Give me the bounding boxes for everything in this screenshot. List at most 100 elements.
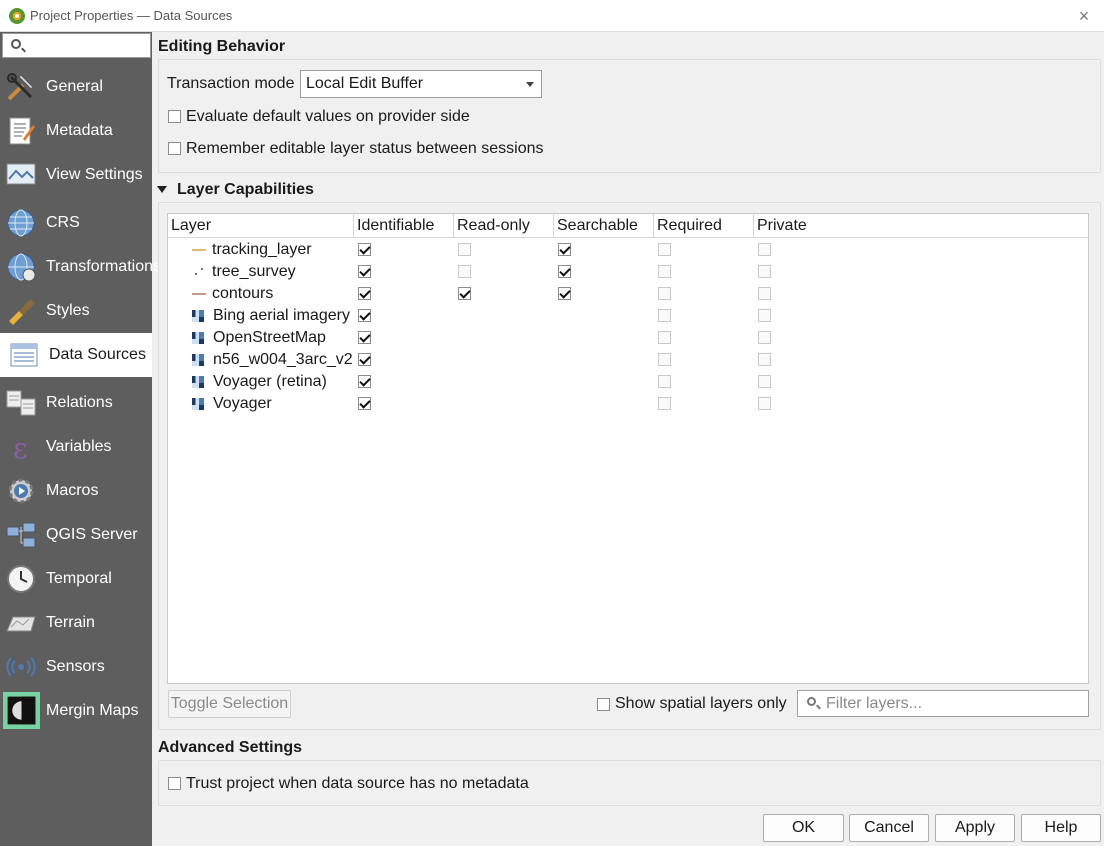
sidebar-item-data-sources[interactable]: Data Sources — [0, 333, 152, 377]
transformation-globe-icon — [7, 253, 36, 282]
private-checkbox[interactable] — [758, 287, 771, 300]
line-layer-icon — [192, 287, 206, 301]
eval-defaults-label: Evaluate default values on provider side — [186, 108, 470, 125]
sidebar-item-label: Macros — [46, 482, 99, 499]
help-button[interactable]: Help — [1021, 814, 1101, 842]
sidebar-item-crs[interactable]: CRS — [0, 201, 152, 245]
filter-layers-input[interactable] — [824, 693, 1082, 714]
sidebar-item-temporal[interactable]: Temporal — [0, 557, 152, 601]
private-checkbox[interactable] — [758, 265, 771, 278]
sidebar-item-transformations[interactable]: Transformations — [0, 245, 161, 289]
sidebar-item-relations[interactable]: Relations — [0, 381, 152, 425]
required-checkbox[interactable] — [658, 353, 671, 366]
layer-name: n56_w004_3arc_v2 — [213, 351, 353, 368]
sidebar-item-label: Terrain — [46, 614, 95, 631]
private-checkbox[interactable] — [758, 331, 771, 344]
sidebar-item-label: Variables — [46, 438, 112, 455]
identifiable-checkbox[interactable] — [358, 353, 371, 366]
identifiable-checkbox[interactable] — [358, 287, 371, 300]
searchable-checkbox[interactable] — [558, 243, 571, 256]
table-row[interactable]: n56_w004_3arc_v2 — [168, 349, 1088, 371]
identifiable-checkbox[interactable] — [358, 243, 371, 256]
sidebar-item-variables[interactable]: ε Variables — [0, 425, 152, 469]
raster-layer-icon — [192, 310, 204, 322]
searchable-checkbox[interactable] — [558, 287, 571, 300]
metadata-icon — [9, 117, 35, 145]
table-row[interactable]: Voyager (retina) — [168, 371, 1088, 393]
eval-defaults-checkbox[interactable] — [168, 110, 181, 123]
raster-layer-icon — [192, 354, 204, 366]
identifiable-checkbox[interactable] — [358, 309, 371, 322]
close-icon[interactable]: × — [1072, 4, 1096, 28]
table-row[interactable]: tree_survey — [168, 261, 1088, 283]
sidebar-item-qgis-server[interactable]: QGIS Server — [0, 513, 152, 557]
toggle-selection-button[interactable]: Toggle Selection — [168, 690, 291, 718]
sidebar-item-view-settings[interactable]: View Settings — [0, 153, 152, 197]
column-header-identifiable[interactable]: Identifiable — [354, 214, 454, 238]
identifiable-checkbox[interactable] — [358, 375, 371, 388]
remember-editable-label: Remember editable layer status between s… — [186, 140, 544, 157]
sidebar-item-macros[interactable]: Macros — [0, 469, 152, 513]
sensor-icon — [6, 657, 36, 677]
advanced-settings-group: Trust project when data source has no me… — [158, 760, 1101, 806]
sidebar-item-terrain[interactable]: Terrain — [0, 601, 152, 645]
editing-behavior-title: Editing Behavior — [158, 38, 286, 55]
private-checkbox[interactable] — [758, 243, 771, 256]
required-checkbox[interactable] — [658, 375, 671, 388]
trust-project-checkbox[interactable] — [168, 777, 181, 790]
table-row[interactable]: OpenStreetMap — [168, 327, 1088, 349]
column-header-private[interactable]: Private — [754, 214, 854, 238]
qgis-logo-icon — [9, 8, 25, 24]
raster-layer-icon — [192, 376, 204, 388]
readonly-checkbox[interactable] — [458, 243, 471, 256]
sidebar-item-general[interactable]: General — [0, 65, 152, 109]
sidebar-item-label: Temporal — [46, 570, 112, 587]
transaction-mode-value: Local Edit Buffer — [306, 75, 424, 92]
transaction-mode-select[interactable]: Local Edit Buffer — [300, 70, 542, 98]
private-checkbox[interactable] — [758, 375, 771, 388]
column-header-layer[interactable]: Layer — [168, 214, 354, 238]
sidebar-item-styles[interactable]: Styles — [0, 289, 152, 333]
sidebar-item-metadata[interactable]: Metadata — [0, 109, 152, 153]
readonly-checkbox[interactable] — [458, 265, 471, 278]
identifiable-checkbox[interactable] — [358, 397, 371, 410]
required-checkbox[interactable] — [658, 287, 671, 300]
ok-button[interactable]: OK — [763, 814, 844, 842]
raster-layer-icon — [192, 398, 204, 410]
readonly-checkbox[interactable] — [458, 287, 471, 300]
apply-button[interactable]: Apply — [935, 814, 1015, 842]
searchable-checkbox[interactable] — [558, 265, 571, 278]
remember-editable-checkbox[interactable] — [168, 142, 181, 155]
layer-capabilities-title: Layer Capabilities — [177, 181, 314, 198]
table-row[interactable]: Bing aerial imagery — [168, 305, 1088, 327]
sidebar: General Metadata View Settings CRS Trans… — [0, 32, 161, 846]
sidebar-search-input[interactable] — [2, 33, 151, 58]
required-checkbox[interactable] — [658, 309, 671, 322]
column-header-required[interactable]: Required — [654, 214, 754, 238]
spatial-only-checkbox[interactable] — [597, 698, 610, 711]
filter-layers-field[interactable] — [797, 690, 1089, 717]
table-row[interactable]: Voyager — [168, 393, 1088, 415]
table-row[interactable]: contours — [168, 283, 1088, 305]
private-checkbox[interactable] — [758, 353, 771, 366]
table-row[interactable]: tracking_layer — [168, 239, 1088, 261]
advanced-settings-title: Advanced Settings — [158, 739, 303, 756]
chevron-down-icon — [526, 82, 534, 87]
private-checkbox[interactable] — [758, 309, 771, 322]
required-checkbox[interactable] — [658, 243, 671, 256]
identifiable-checkbox[interactable] — [358, 265, 371, 278]
identifiable-checkbox[interactable] — [358, 331, 371, 344]
sidebar-item-sensors[interactable]: Sensors — [0, 645, 152, 689]
required-checkbox[interactable] — [658, 397, 671, 410]
globe-icon — [7, 209, 35, 237]
sidebar-item-mergin-maps[interactable]: Mergin Maps — [0, 689, 152, 733]
required-checkbox[interactable] — [658, 331, 671, 344]
table-header: Layer Identifiable Read-only Searchable … — [168, 214, 1088, 238]
required-checkbox[interactable] — [658, 265, 671, 278]
column-header-searchable[interactable]: Searchable — [554, 214, 654, 238]
private-checkbox[interactable] — [758, 397, 771, 410]
collapse-arrow-icon[interactable] — [157, 186, 167, 193]
cancel-button[interactable]: Cancel — [849, 814, 929, 842]
column-header-read-only[interactable]: Read-only — [454, 214, 554, 238]
layer-capabilities-table: Layer Identifiable Read-only Searchable … — [167, 213, 1089, 684]
